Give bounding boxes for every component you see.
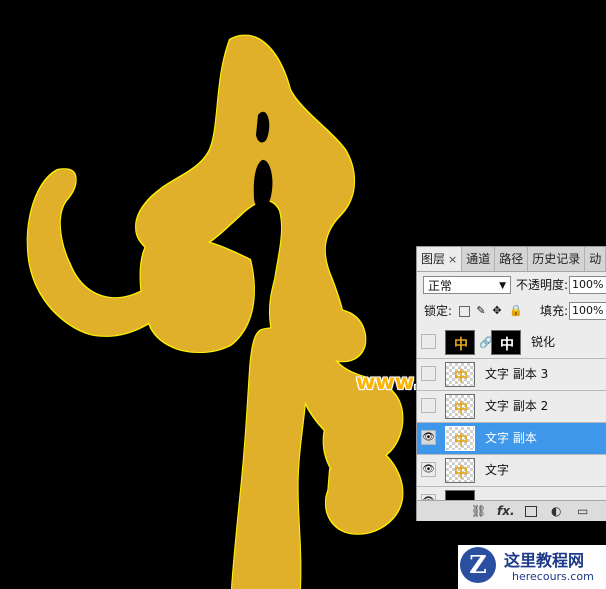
visibility-toggle[interactable] [421,366,436,381]
mask-icon[interactable] [525,506,537,517]
eye-icon[interactable]: 👁 [421,430,436,445]
layer-name: 锐化 [531,335,556,349]
opacity-label: 不透明度: [516,278,569,292]
layer-name: 文字 副本 2 [485,399,549,413]
panel-footer: ⛓ fx. ◐ ▭ [417,500,606,521]
layer-thumbnail: 中 [445,426,475,451]
folder-icon[interactable]: ▭ [577,504,588,518]
site-name: 这里教程网 [504,551,585,570]
layer-name: 文字 副本 3 [485,367,549,381]
layer-row-text-copy-3[interactable]: 中 文字 副本 3 [417,359,606,391]
layer-thumbnail: 中 [445,458,475,483]
chevron-down-icon: ▼ [499,281,506,291]
layer-row-sharpen[interactable]: 中 🔗 中 锐化 [417,327,606,359]
thumb-glyph: 中 [454,337,468,353]
tab-channels[interactable]: 通道 [462,247,496,271]
lock-fill-row: 锁定: ✎ ✥ 🔒 填充: 100% [417,301,606,323]
thumb-glyph: 中 [454,401,468,417]
tab-layers[interactable]: 图层 × [417,247,463,271]
fill-input[interactable]: 100% [569,302,606,320]
adjustment-icon[interactable]: ◐ [551,504,561,518]
panel-tabs: 图层 × 通道 路径 历史记录 动 [417,247,606,272]
lock-icon[interactable]: 🔒 [509,305,523,317]
thumb-glyph: 中 [454,369,468,385]
layers-panel: 图层 × 通道 路径 历史记录 动 正常 ▼ 不透明度: 100% 锁定: ✎ ✥… [416,246,606,521]
layer-thumbnail: 中 [445,330,475,355]
thumb-glyph: 中 [454,433,468,449]
calligraphy-glyph [27,35,403,589]
fx-icon[interactable]: fx. [497,504,515,518]
fill-label: 填充: [540,304,569,318]
brush-icon[interactable]: ✎ [475,305,487,317]
blend-opacity-row: 正常 ▼ 不透明度: 100% [417,275,606,297]
close-icon[interactable]: × [448,253,457,266]
tab-history[interactable]: 历史记录 [528,247,586,271]
layer-list: 中 🔗 中 锐化 中 文字 副本 3 中 文字 副本 2 👁 中 文字 副本 👁… [417,327,606,508]
site-url: herecours.com [512,570,594,583]
layer-thumbnail: 中 [445,394,475,419]
opacity-input[interactable]: 100% [569,276,606,294]
tab-paths[interactable]: 路径 [495,247,529,271]
visibility-toggle[interactable] [421,334,436,349]
layer-row-text-copy[interactable]: 👁 中 文字 副本 [417,423,606,455]
link-icon[interactable]: ⛓ [471,504,486,518]
lock-transparency-icon[interactable] [459,306,470,317]
layer-row-text-copy-2[interactable]: 中 文字 副本 2 [417,391,606,423]
lock-label: 锁定: [424,304,453,318]
blend-mode-select[interactable]: 正常 ▼ [423,276,511,294]
site-logo: Z 这里教程网 herecours.com [458,545,606,589]
layer-name: 文字 [485,463,510,477]
tab-actions[interactable]: 动 [585,247,606,271]
logo-badge: Z [460,547,496,583]
eye-icon[interactable]: 👁 [421,462,436,477]
layer-mask-thumbnail[interactable]: 中 [491,330,521,355]
blend-mode-value: 正常 [428,279,453,293]
visibility-toggle[interactable] [421,398,436,413]
thumb-glyph: 中 [454,465,468,481]
mask-glyph: 中 [500,337,514,353]
tab-label: 图层 [421,252,446,266]
layer-row-text[interactable]: 👁 中 文字 [417,455,606,487]
move-icon[interactable]: ✥ [491,305,503,317]
layer-thumbnail: 中 [445,362,475,387]
layer-name: 文字 副本 [485,431,537,445]
